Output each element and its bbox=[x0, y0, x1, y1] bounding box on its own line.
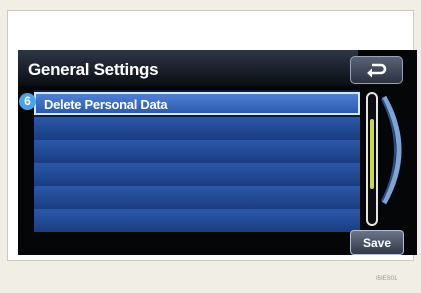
scroll-arc-icon bbox=[381, 95, 402, 205]
save-button[interactable]: Save bbox=[350, 230, 404, 255]
scroll-thumb[interactable] bbox=[370, 119, 374, 189]
back-arrow-icon bbox=[367, 63, 387, 78]
callout-number: 6 bbox=[19, 93, 36, 110]
settings-list: Delete Personal Data bbox=[34, 90, 360, 232]
list-item-delete-personal-data[interactable]: Delete Personal Data bbox=[34, 92, 360, 115]
figure-reference-code: I5IES01 bbox=[376, 276, 398, 282]
list-item-label: Delete Personal Data bbox=[44, 97, 168, 112]
list-item[interactable] bbox=[34, 186, 360, 209]
list-item[interactable] bbox=[34, 209, 360, 232]
list-item[interactable] bbox=[34, 140, 360, 163]
back-button[interactable] bbox=[350, 56, 403, 84]
scrollbar[interactable] bbox=[366, 92, 378, 226]
list-item[interactable] bbox=[34, 117, 360, 140]
list-item[interactable] bbox=[34, 163, 360, 186]
navigation-screen: General Settings Delete Personal Data 6 bbox=[18, 50, 417, 255]
page-title: General Settings bbox=[28, 60, 159, 79]
title-bar: General Settings bbox=[18, 50, 358, 86]
